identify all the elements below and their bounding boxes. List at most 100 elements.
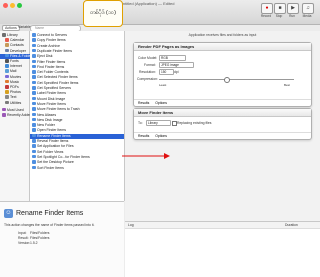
- finder-icon: [32, 139, 36, 143]
- action-item-label: Connect to Servers: [37, 33, 67, 37]
- zoom-window-button[interactable]: [17, 3, 22, 8]
- color-model-select[interactable]: RGB: [159, 55, 186, 61]
- action-item-label: Open Finder Items: [37, 128, 66, 133]
- finder-icon: [32, 107, 36, 111]
- action-item-label: Sort Finder Items: [37, 165, 64, 170]
- action-item-label: Set Application for Files: [37, 144, 74, 149]
- results-tab-2[interactable]: Results: [138, 134, 149, 138]
- to-select[interactable]: Library: [146, 120, 171, 126]
- library-item-label: Most Used: [7, 107, 24, 112]
- workflow-header: Application receives files and folders a…: [188, 33, 257, 37]
- action-item-label: Find Finder Items: [37, 64, 65, 69]
- replace-label: Replacing existing files: [177, 121, 212, 125]
- library-item[interactable]: Utilities: [0, 101, 32, 106]
- finder-icon: [32, 165, 36, 170]
- finder-icon: [32, 149, 36, 154]
- action-item-label: Duplicate Finder Items: [37, 48, 73, 53]
- duration-column: Duration: [285, 223, 298, 227]
- library-list: Library Calendar Contacts Developer Files & …: [0, 31, 33, 201]
- close-window-button[interactable]: [3, 3, 8, 8]
- library-category-icon: [5, 43, 9, 47]
- annotation-callout: တစ်ပိုဒ် (၁၀): [83, 0, 123, 27]
- render-pdf-footer: Results Options: [134, 99, 311, 106]
- finder-icon: [32, 38, 36, 42]
- finder-icon: [32, 128, 36, 132]
- action-list: Connect to Servers Copy Finder Items Creat…: [30, 31, 125, 201]
- description-pane: ☺ Rename Finder Items This action change…: [0, 201, 124, 277]
- compression-slider-thumb[interactable]: [224, 77, 230, 83]
- finder-icon: [32, 54, 36, 58]
- workflow-area: Application receives files and folders a…: [125, 31, 320, 221]
- finder-icon: [32, 144, 36, 148]
- library-item[interactable]: Recently Added: [0, 113, 32, 118]
- render-pdf-card[interactable]: Render PDF Pages as Images Color Model: …: [133, 42, 312, 107]
- library-category-icon: [5, 48, 9, 53]
- finder-icon: [32, 80, 36, 85]
- title-bar: Untitled (Application) — Edited ● ■ ▶ ♫ …: [0, 0, 320, 25]
- finder-icon: [32, 133, 36, 138]
- action-item-label: Set Folder Views: [37, 149, 64, 154]
- library-item-label: Photos: [10, 90, 21, 95]
- options-tab[interactable]: Options: [155, 101, 167, 105]
- library-item-label: Text: [10, 95, 17, 100]
- action-item-label: Reveal Finder Items: [37, 139, 69, 143]
- library-item-label: PDFs: [10, 85, 19, 89]
- options-tab-2[interactable]: Options: [155, 134, 167, 138]
- library-item-label: Utilities: [10, 100, 22, 105]
- run-icon[interactable]: ▶: [287, 3, 299, 14]
- finder-icon: [32, 123, 36, 127]
- description-body: This action changes the name of Finder i…: [4, 223, 95, 227]
- library-item-label: Calendar: [10, 38, 25, 43]
- action-item-label: Filter Finder Items: [37, 59, 66, 64]
- library-item-label: Movies: [10, 74, 22, 79]
- record-icon[interactable]: ●: [261, 3, 273, 14]
- action-item-label: Get Folder Contents: [37, 70, 69, 75]
- result-value: Files/Folders: [30, 236, 50, 240]
- format-select[interactable]: JPEG image: [159, 62, 194, 68]
- library-category-icon: [2, 107, 6, 112]
- action-item-label: Label Finder Items: [37, 91, 66, 96]
- finder-icon: [32, 154, 36, 159]
- color-model-label: Color Model:: [138, 56, 158, 60]
- library-category-icon: [5, 69, 9, 73]
- action-item-label: Copy Finder Items: [37, 38, 66, 43]
- stop-icon[interactable]: ■: [274, 3, 286, 14]
- finder-icon: [32, 48, 36, 53]
- finder-icon: [32, 64, 36, 69]
- finder-icon: [32, 70, 36, 74]
- move-finder-footer: Results Options: [134, 132, 311, 139]
- library-category-icon: [5, 79, 9, 84]
- minimize-window-button[interactable]: [10, 3, 15, 8]
- version-label: Version:: [18, 241, 31, 245]
- library-item-label: Mail: [10, 69, 17, 74]
- move-finder-card[interactable]: Move Finder Items To: Library Replacing …: [133, 108, 312, 140]
- library-category-icon: [5, 38, 9, 42]
- input-value: Files/Folders: [30, 231, 50, 235]
- library-item-label: Library: [7, 33, 18, 37]
- resolution-field[interactable]: 150: [159, 69, 174, 75]
- media-icon[interactable]: ♫: [302, 3, 314, 14]
- library-item-label: Internet: [10, 64, 22, 69]
- action-item-label: Mount Disk Image: [37, 96, 66, 101]
- results-tab[interactable]: Results: [138, 101, 149, 105]
- action-item[interactable]: Sort Finder Items: [30, 166, 124, 171]
- library-item-label: Fonts: [10, 59, 19, 63]
- least-label: Least: [159, 83, 167, 87]
- finder-icon: [32, 75, 36, 79]
- action-item-label: New Disk Image: [37, 117, 63, 122]
- library-category-icon: [2, 33, 6, 37]
- library-category-icon: [5, 100, 9, 105]
- resolution-label: Resolution:: [139, 70, 156, 74]
- action-item-label: New Aliases: [37, 112, 57, 117]
- action-item-label: Get Selected Finder Items: [37, 75, 78, 80]
- input-label: Input:: [18, 231, 27, 235]
- finder-icon: [32, 59, 36, 64]
- library-category-icon: [5, 59, 9, 63]
- best-label: Best: [284, 83, 291, 87]
- library-item-label: Developer: [10, 48, 26, 53]
- log-pane: Log Duration: [125, 221, 320, 277]
- action-item-label: Eject Disk: [37, 54, 53, 59]
- library-item-label: Music: [10, 79, 20, 84]
- annotation-arrow: [122, 153, 170, 159]
- move-finder-title: Move Finder Items: [138, 110, 174, 115]
